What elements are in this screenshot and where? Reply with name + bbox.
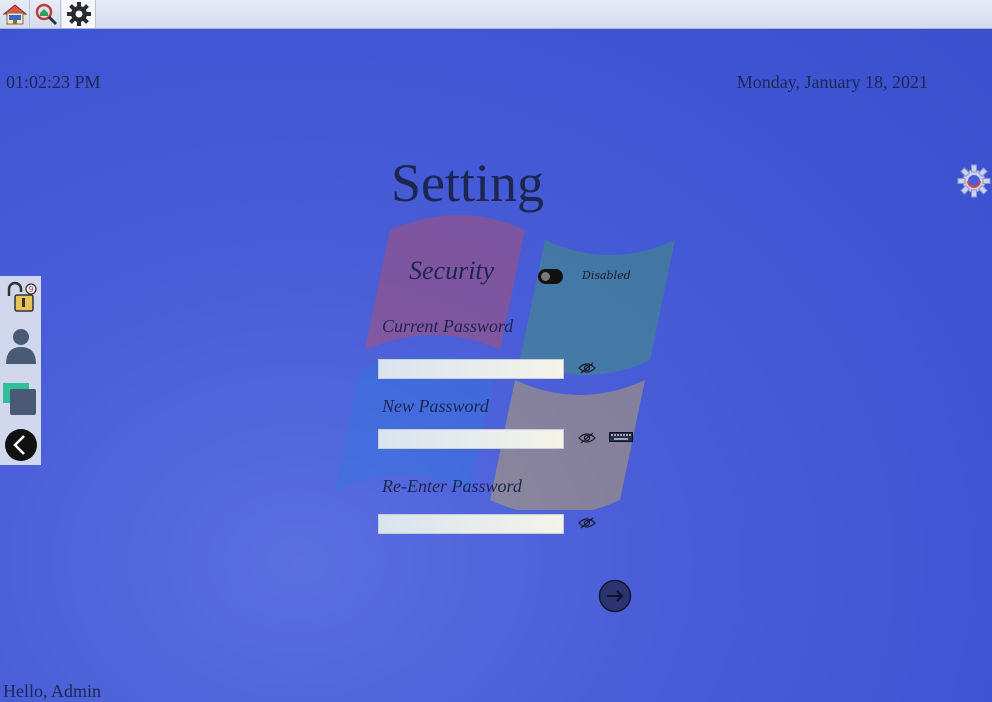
reenter-password-label: Re-Enter Password (382, 476, 522, 496)
home-icon (2, 4, 27, 25)
home-button[interactable] (0, 0, 30, 28)
show-password-icon[interactable] (578, 432, 596, 444)
back-icon (4, 429, 37, 461)
show-password-icon[interactable] (578, 517, 596, 529)
page-title: Setting (391, 153, 545, 213)
current-password-input[interactable] (378, 359, 564, 379)
date-display: Monday, January 18, 2021 (736, 72, 928, 92)
gear-icon (66, 2, 91, 26)
greeting: Hello, Admin (3, 681, 101, 701)
settings-button[interactable] (62, 0, 96, 28)
sidebar-item-security[interactable]: 9 (0, 278, 41, 316)
new-password-label: New Password (382, 396, 489, 416)
sidebar-item-user[interactable] (0, 324, 41, 366)
side-menu: 9 (0, 276, 41, 465)
windows-icon (2, 383, 36, 415)
current-password-label: Current Password (382, 316, 514, 336)
show-password-icon[interactable] (578, 362, 596, 374)
lock-icon: 9 (7, 281, 37, 312)
clock: 01:02:23 PM (6, 72, 101, 92)
sidebar-item-back[interactable] (0, 426, 41, 464)
top-toolbar (0, 0, 992, 29)
refresh-settings-icon[interactable] (957, 164, 991, 198)
windows-logo-watermark (335, 215, 675, 510)
new-password-input[interactable] (378, 429, 564, 449)
sidebar-item-display[interactable] (0, 376, 41, 418)
security-label: Security (409, 256, 495, 285)
keyboard-icon[interactable] (609, 432, 633, 442)
search-button[interactable] (31, 0, 61, 28)
security-toggle[interactable] (538, 269, 563, 284)
svg-text:9: 9 (28, 285, 33, 294)
search-icon (35, 3, 57, 26)
user-icon (5, 329, 36, 364)
reenter-password-input[interactable] (378, 514, 564, 534)
security-status: Disabled (582, 269, 631, 282)
next-button[interactable] (598, 579, 632, 613)
